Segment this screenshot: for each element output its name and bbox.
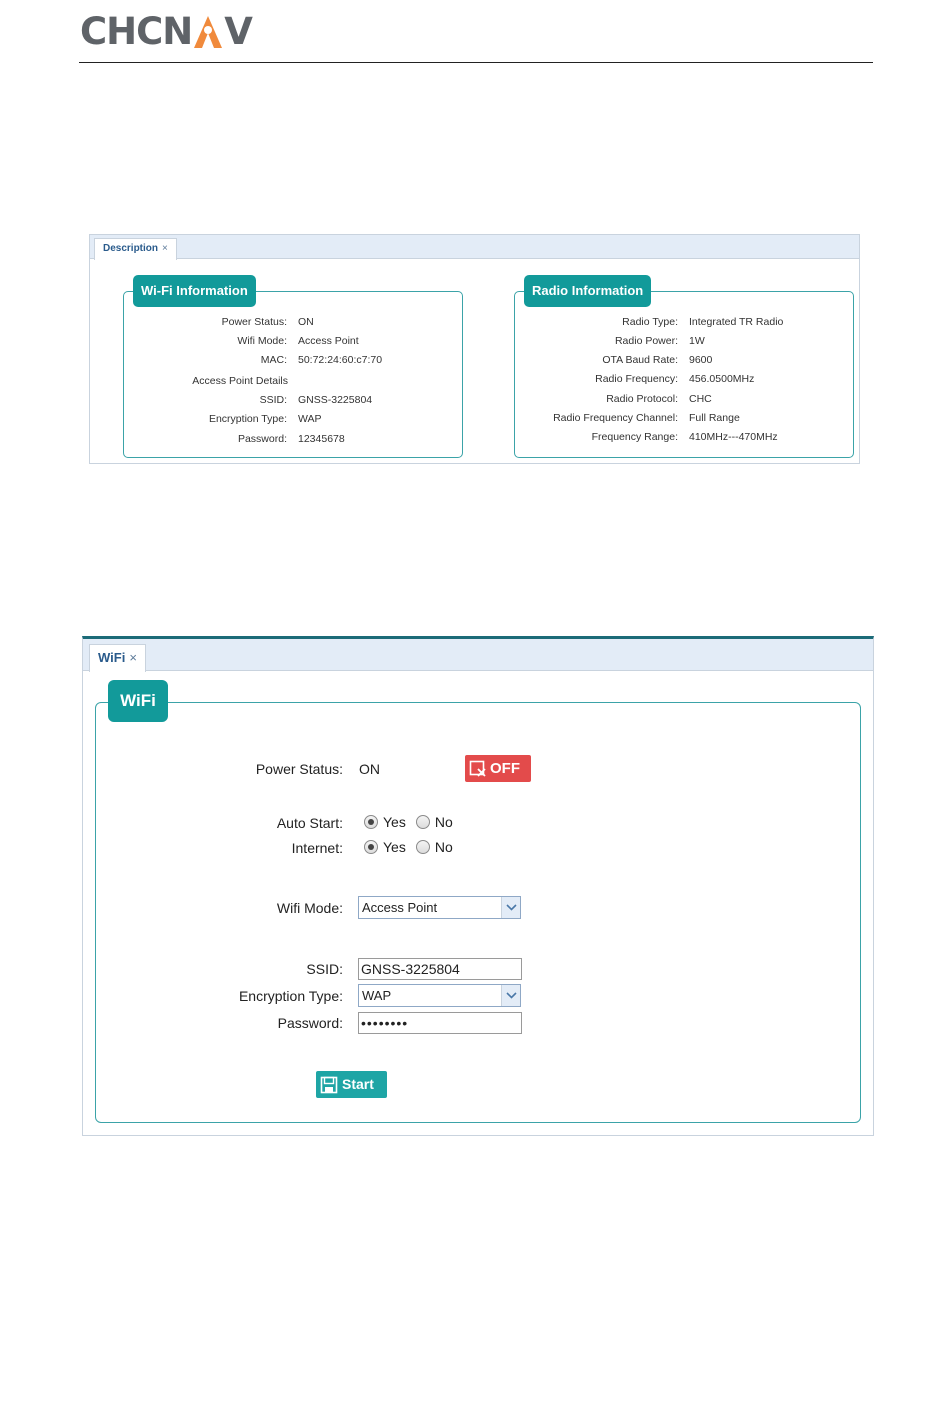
info-label: Radio Protocol: xyxy=(606,393,678,405)
info-value: GNSS-3225804 xyxy=(298,394,373,406)
chevron-down-icon[interactable] xyxy=(501,985,520,1006)
off-button-label: OFF xyxy=(490,760,520,777)
internet-no-radio[interactable] xyxy=(415,840,430,854)
power-status-value: ON xyxy=(359,761,380,777)
auto-start-radio-group: Yes No xyxy=(364,813,463,831)
ssid-input[interactable] xyxy=(358,958,522,980)
header-divider xyxy=(79,62,873,63)
wifi-mode-select[interactable]: Access Point xyxy=(358,896,521,919)
info-label: Encryption Type: xyxy=(208,413,287,425)
power-status-label: Power Status: xyxy=(255,761,343,777)
close-icon[interactable]: × xyxy=(129,650,137,665)
description-tab-bar: Description × xyxy=(90,235,859,260)
radio-information-title: Radio Information xyxy=(524,275,652,307)
info-label: SSID: xyxy=(259,394,287,406)
info-label: Wifi Mode: xyxy=(237,335,287,347)
info-value: 456.0500MHz xyxy=(689,373,755,385)
internet-no-label[interactable]: No xyxy=(435,838,453,856)
brand-logo-text-1: CHCN xyxy=(80,10,193,53)
auto-start-no-label[interactable]: No xyxy=(435,813,453,831)
save-icon xyxy=(320,1076,338,1093)
tab-description-label: Description xyxy=(103,243,159,254)
info-value: Access Point xyxy=(298,335,359,347)
password-input[interactable] xyxy=(358,1012,522,1034)
wifi-mode-label: Wifi Mode: xyxy=(276,900,343,916)
auto-start-no-radio[interactable] xyxy=(415,815,430,829)
info-label: Radio Frequency Channel: xyxy=(553,412,678,424)
internet-radio-group: Yes No xyxy=(364,838,463,856)
internet-label: Internet: xyxy=(291,840,343,856)
info-value: 1W xyxy=(689,335,705,347)
info-label: Radio Power: xyxy=(614,335,678,347)
tab-wifi[interactable]: WiFi × xyxy=(89,644,146,672)
info-value: 50:72:24:60:c7:70 xyxy=(298,354,383,366)
wifi-panel-title: WiFi xyxy=(108,680,168,722)
start-button-label: Start xyxy=(342,1076,374,1092)
password-label: Password: xyxy=(277,1015,343,1031)
info-label: OTA Baud Rate: xyxy=(602,354,678,366)
ssid-label: SSID: xyxy=(306,961,343,977)
brand-logo: CHCN V xyxy=(80,10,253,53)
info-value: ON xyxy=(298,316,314,328)
wifi-mode-selected: Access Point xyxy=(362,900,438,915)
start-button[interactable]: Start xyxy=(316,1071,387,1098)
info-label: MAC: xyxy=(260,354,287,366)
tab-wifi-label: WiFi xyxy=(98,650,126,665)
encryption-type-label: Encryption Type: xyxy=(238,988,343,1004)
wifi-tab-bar: WiFi × xyxy=(83,639,873,672)
encryption-type-select[interactable]: WAP xyxy=(358,984,521,1007)
wifi-information-title: Wi-Fi Information xyxy=(133,275,256,307)
internet-yes-radio[interactable] xyxy=(364,840,378,854)
info-value: 410MHz---470MHz xyxy=(689,431,778,443)
info-label: Radio Type: xyxy=(622,316,678,328)
info-label: Radio Frequency: xyxy=(595,373,678,385)
info-value: WAP xyxy=(298,413,322,425)
auto-start-yes-radio[interactable] xyxy=(364,815,378,829)
description-screenshot: Description × Wi-Fi Information Radio Inf… xyxy=(89,234,860,464)
internet-yes-label[interactable]: Yes xyxy=(383,838,406,856)
close-icon[interactable]: × xyxy=(162,243,168,254)
power-off-icon xyxy=(469,760,486,777)
chevron-down-icon[interactable] xyxy=(501,897,520,918)
encryption-type-selected: WAP xyxy=(362,988,392,1003)
info-label: Power Status: xyxy=(221,316,287,328)
info-value: 12345678 xyxy=(298,433,345,445)
info-value: CHC xyxy=(689,393,712,405)
info-label: Password: xyxy=(237,433,287,445)
tab-description[interactable]: Description × xyxy=(94,238,177,260)
info-value: Full Range xyxy=(689,412,740,424)
info-value: 9600 xyxy=(689,354,713,366)
logo-a-arrow-icon xyxy=(194,16,223,48)
off-button[interactable]: OFF xyxy=(465,755,531,782)
info-section-label: Access Point Details xyxy=(192,375,288,387)
auto-start-yes-label[interactable]: Yes xyxy=(383,813,406,831)
auto-start-label: Auto Start: xyxy=(276,815,343,831)
info-value: Integrated TR Radio xyxy=(689,316,784,328)
info-label: Frequency Range: xyxy=(591,431,678,443)
brand-logo-text-2: V xyxy=(224,10,253,53)
wifi-settings-screenshot: WiFi × WiFi Power Status: ON OFF Auto Sta… xyxy=(82,636,874,1136)
